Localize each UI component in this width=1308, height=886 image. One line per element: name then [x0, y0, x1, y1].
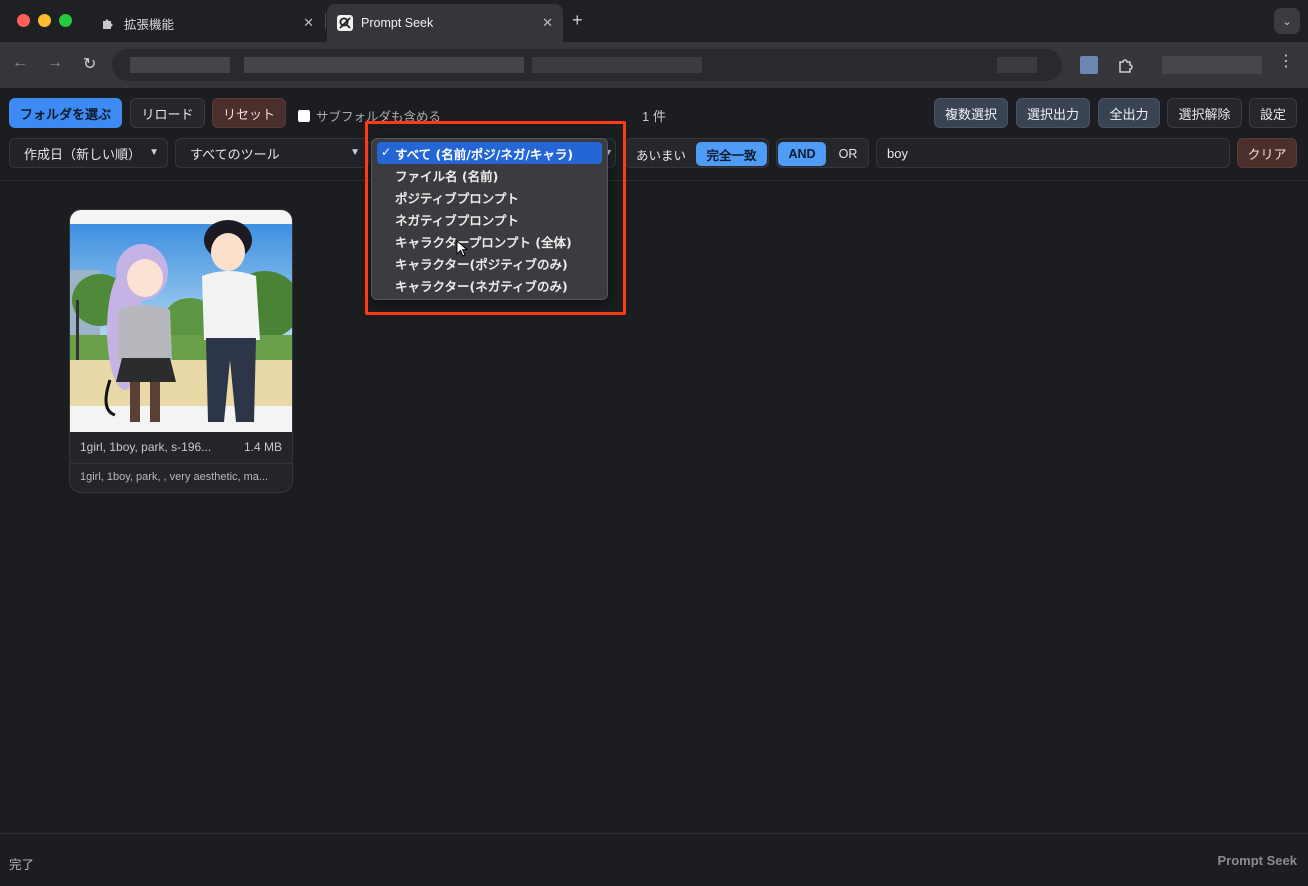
tool-select[interactable]: すべてのツール ▼ — [175, 138, 369, 168]
browser-menu-icon[interactable]: ⋮ — [1278, 54, 1294, 70]
minimize-window-button[interactable] — [38, 14, 51, 27]
export-selected-button[interactable]: 選択出力 — [1016, 98, 1090, 128]
tab-separator — [325, 13, 326, 29]
app-name-label: Prompt Seek — [1217, 853, 1297, 868]
reload-icon[interactable]: ↻ — [83, 54, 96, 74]
profile-area[interactable] — [1162, 56, 1262, 74]
tab-close-icon[interactable]: ✕ — [542, 15, 553, 31]
new-tab-button[interactable]: + — [572, 10, 583, 31]
image-filename: 1girl, 1boy, park, s-196... — [80, 440, 212, 454]
include-subfolders-checkbox[interactable] — [298, 109, 310, 122]
extension-icon[interactable] — [1080, 56, 1098, 74]
annotation-highlight-box — [365, 121, 626, 315]
reset-button[interactable]: リセット — [212, 98, 286, 128]
reload-button[interactable]: リロード — [130, 98, 205, 128]
image-thumbnail — [70, 210, 292, 432]
address-bar[interactable] — [112, 49, 1062, 81]
image-prompt-preview: 1girl, 1boy, park, , very aesthetic, ma.… — [80, 471, 269, 483]
prompt-seek-favicon-icon — [337, 15, 353, 31]
tab-search-chevron-icon[interactable]: ⌄ — [1274, 8, 1300, 34]
multi-select-button[interactable]: 複数選択 — [934, 98, 1008, 128]
match-fuzzy-button[interactable]: あいまい — [629, 142, 693, 166]
chevron-down-icon: ▼ — [149, 147, 159, 158]
filter-bar: 作成日（新しい順） ▼ すべてのツール ▼ ▼ あいまい 完全一致 AND OR… — [0, 134, 1308, 180]
extensions-puzzle-icon[interactable] — [1117, 56, 1135, 74]
match-exact-button[interactable]: 完全一致 — [696, 142, 767, 166]
status-bar: 完了 Prompt Seek — [0, 833, 1308, 886]
chevron-down-icon: ▼ — [350, 147, 360, 158]
back-arrow-icon[interactable]: ← — [12, 54, 28, 72]
puzzle-icon — [100, 15, 116, 31]
tab-prompt-seek[interactable]: Prompt Seek ✕ — [327, 4, 563, 42]
logic-and-button[interactable]: AND — [778, 142, 826, 166]
tab-label: Prompt Seek — [361, 16, 434, 30]
choose-folder-button[interactable]: フォルダを選ぶ — [9, 98, 122, 128]
sort-select-value: 作成日（新しい順） — [24, 146, 142, 162]
action-bar: フォルダを選ぶ リロード リセット サブフォルダも含める 1 件 複数選択 選択… — [0, 88, 1308, 138]
filter-divider — [0, 180, 1308, 181]
tab-extensions[interactable]: 拡張機能 ✕ — [88, 4, 324, 42]
export-all-button[interactable]: 全出力 — [1098, 98, 1160, 128]
mouse-pointer-icon — [456, 239, 469, 263]
close-window-button[interactable] — [17, 14, 30, 27]
browser-toolbar: ← → ↻ ⋮ — [0, 42, 1308, 88]
sort-select[interactable]: 作成日（新しい順） ▼ — [9, 138, 168, 168]
status-text: 完了 — [9, 858, 35, 872]
forward-arrow-icon[interactable]: → — [47, 54, 63, 72]
tab-label: 拡張機能 — [124, 17, 175, 32]
settings-button[interactable]: 設定 — [1249, 98, 1297, 128]
match-mode-toggle: あいまい 完全一致 — [625, 138, 769, 168]
browser-tabstrip: 拡張機能 ✕ Prompt Seek ✕ + ⌄ — [0, 0, 1308, 42]
image-filesize: 1.4 MB — [243, 440, 282, 454]
maximize-window-button[interactable] — [59, 14, 72, 27]
prompt-seek-app: フォルダを選ぶ リロード リセット サブフォルダも含める 1 件 複数選択 選択… — [0, 88, 1308, 886]
card-divider — [70, 463, 292, 464]
search-input[interactable]: boy — [876, 138, 1230, 168]
tab-close-icon[interactable]: ✕ — [303, 15, 314, 31]
logic-mode-toggle: AND OR — [776, 138, 869, 168]
image-card[interactable]: 1girl, 1boy, park, s-196... 1.4 MB 1girl… — [69, 209, 293, 493]
search-input-value: boy — [887, 145, 908, 161]
clear-selection-button[interactable]: 選択解除 — [1167, 98, 1242, 128]
tool-select-value: すべてのツール — [190, 146, 280, 162]
result-count: 1 件 — [642, 109, 666, 124]
clear-search-button[interactable]: クリア — [1237, 138, 1297, 168]
logic-or-button[interactable]: OR — [829, 142, 867, 166]
